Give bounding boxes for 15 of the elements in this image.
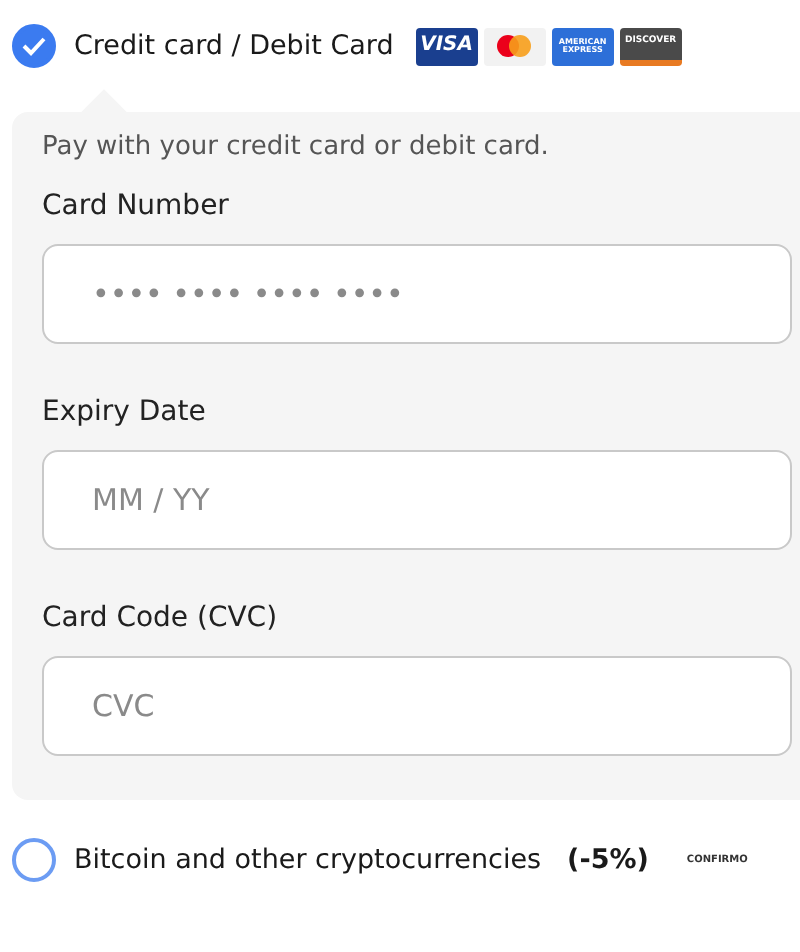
input-field[interactable]: •••• •••• •••• •••• — [42, 244, 792, 344]
option-label: Credit card / Debit Card — [74, 30, 394, 62]
field-label: Expiry Date — [42, 396, 208, 428]
mastercard-logo — [483, 27, 546, 65]
input-field[interactable]: MM / YY — [42, 450, 792, 550]
panel-description: Pay with your credit card or debit card. — [42, 132, 551, 162]
field-label: Card Number — [42, 190, 231, 222]
visa-logo: VISA — [415, 27, 478, 65]
option-label: Bitcoin and other cryptocurrencies — [74, 844, 542, 876]
discount-label: (-5%) — [567, 844, 649, 876]
radio-button[interactable] — [12, 838, 56, 882]
field-label: Card Code (CVC) — [42, 602, 280, 634]
check-icon — [22, 36, 46, 56]
radio-button[interactable] — [12, 24, 56, 68]
input-field[interactable]: CVC — [42, 656, 792, 756]
